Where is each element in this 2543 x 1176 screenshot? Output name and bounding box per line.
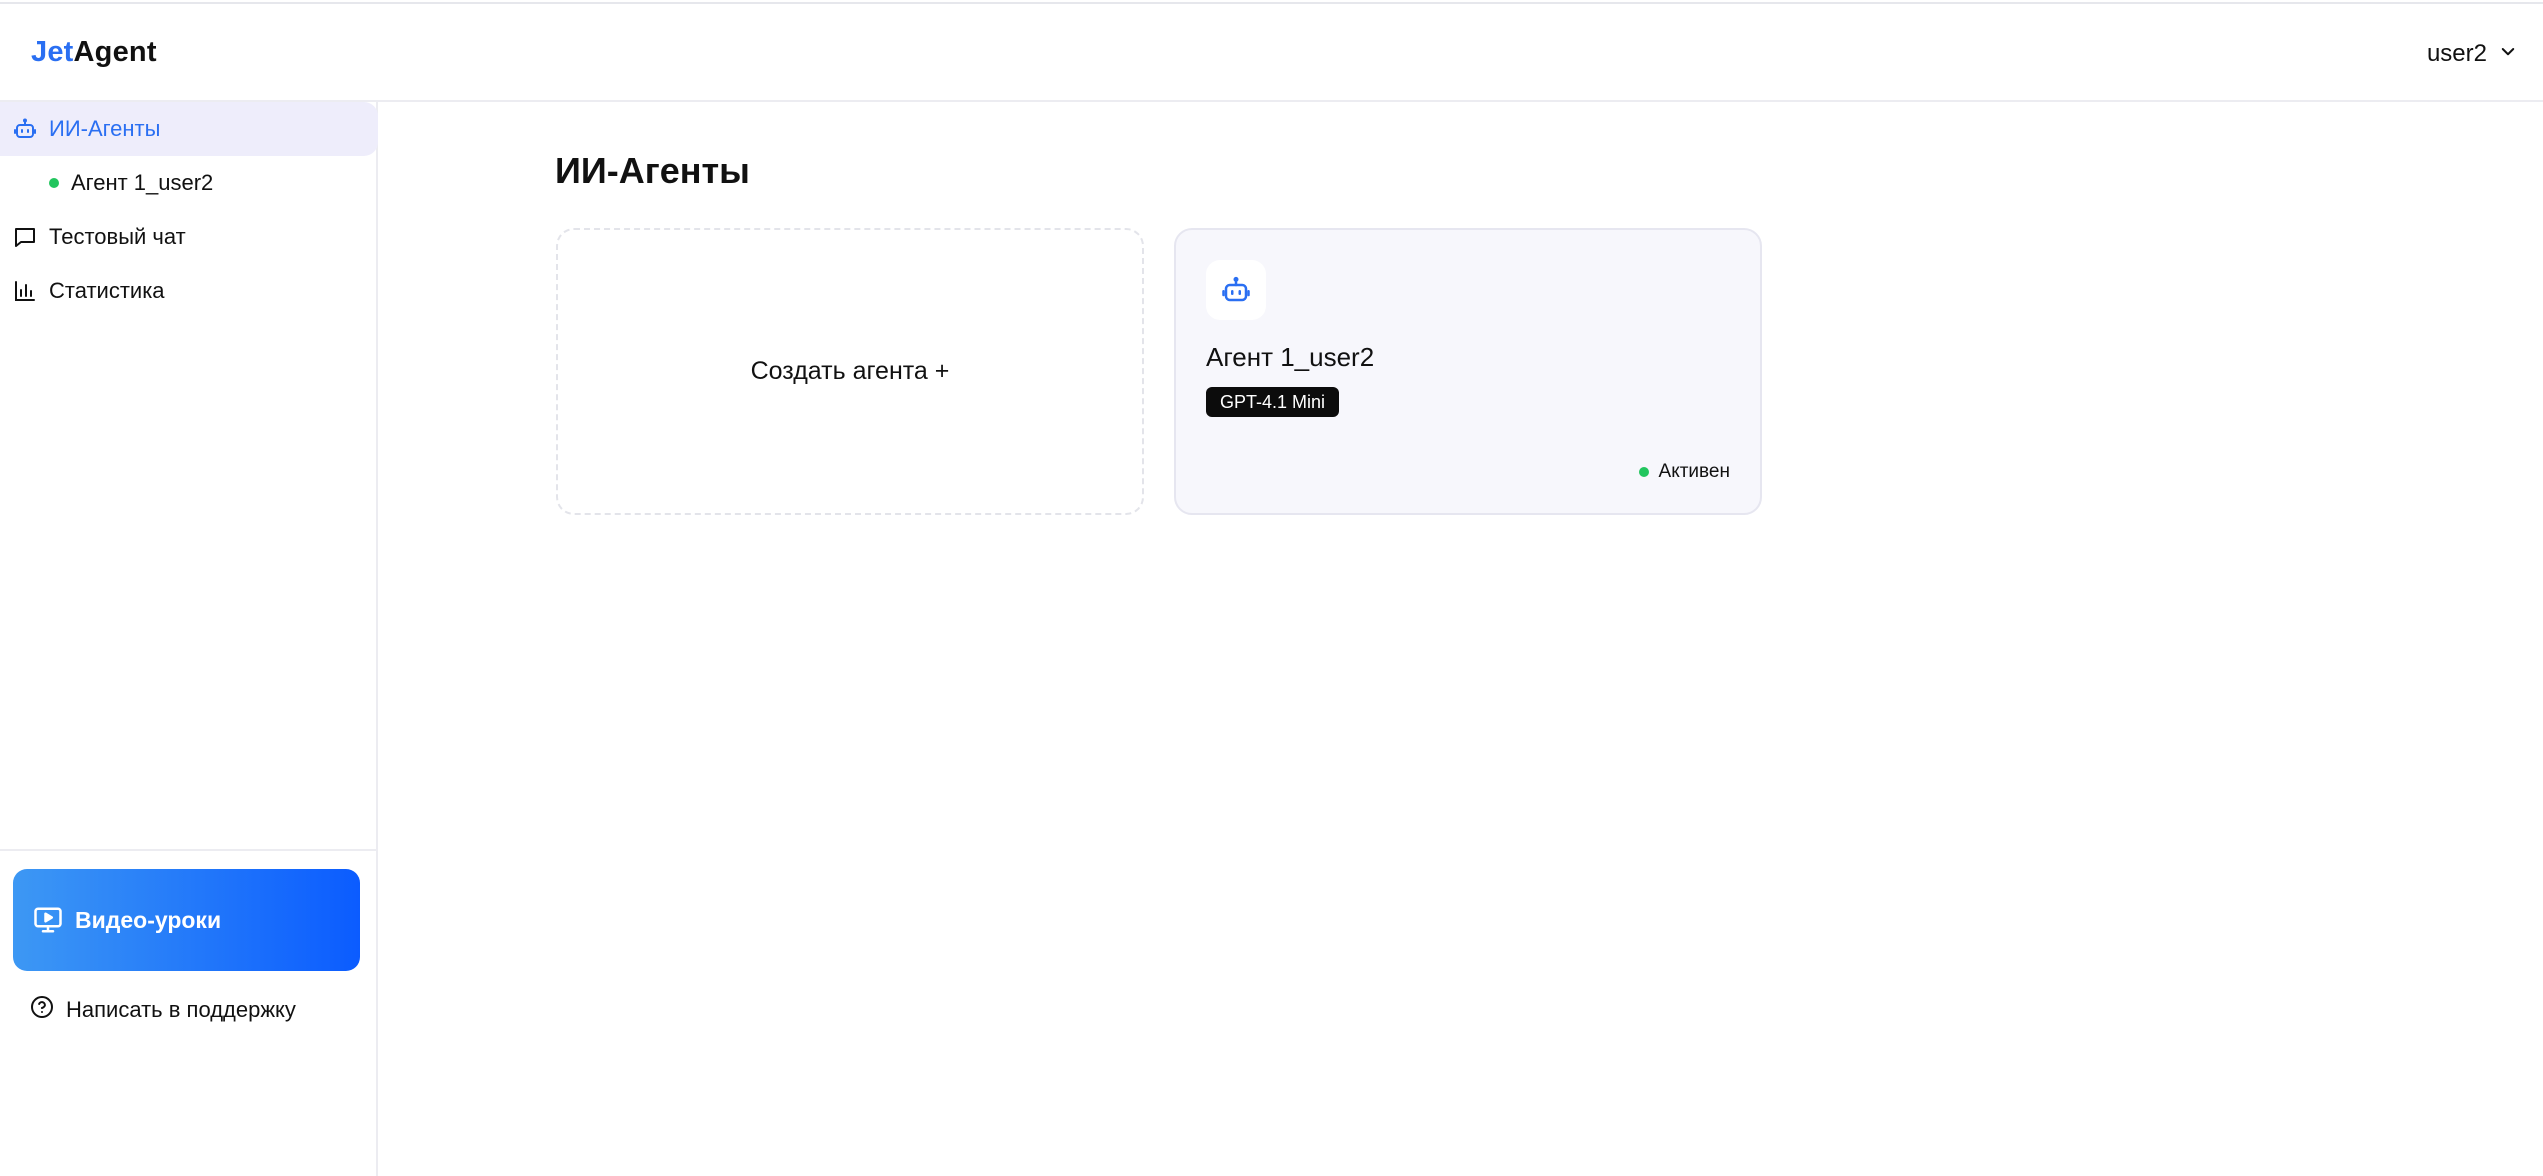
agent-name: Агент 1_user2 xyxy=(1206,342,1375,372)
sidebar-item-label: Статистика xyxy=(49,278,165,303)
bar-chart-icon xyxy=(13,279,37,303)
sidebar-item-test-chat[interactable]: Тестовый чат xyxy=(0,210,378,264)
chat-icon xyxy=(13,225,37,249)
create-agent-label: Создать агента + xyxy=(750,357,950,385)
app-logo[interactable]: JetAgent xyxy=(31,36,157,69)
user-menu[interactable]: user2 xyxy=(2427,40,2517,68)
user-name: user2 xyxy=(2426,40,2487,67)
create-agent-card[interactable]: Создать агента + xyxy=(556,228,1144,515)
sidebar-item-statistics[interactable]: Статистика xyxy=(0,264,378,318)
sidebar-item-label: Агент 1_user2 xyxy=(71,170,214,195)
sidebar-item-label: Тестовый чат xyxy=(49,224,186,249)
support-label: Написать в поддержку xyxy=(66,997,296,1022)
monitor-play-icon xyxy=(33,905,63,935)
chevron-down-icon xyxy=(2499,40,2517,68)
robot-icon xyxy=(13,117,37,141)
status-dot xyxy=(49,178,59,188)
agent-status: Активен xyxy=(1638,461,1730,483)
sidebar-item-label: ИИ-Агенты xyxy=(49,116,161,141)
model-badge: GPT-4.1 Mini xyxy=(1206,387,1340,417)
video-lessons-label: Видео-уроки xyxy=(75,906,222,933)
page-title: ИИ-Агенты xyxy=(555,150,750,191)
sidebar-item-agent-1[interactable]: Агент 1_user2 xyxy=(0,156,378,210)
sidebar-divider xyxy=(0,849,378,851)
logo-agent: Agent xyxy=(73,36,157,68)
status-dot xyxy=(1638,467,1649,477)
robot-icon xyxy=(1206,260,1266,320)
agent-card[interactable]: Агент 1_user2 GPT-4.1 Mini Активен xyxy=(1174,228,1762,515)
help-circle-icon xyxy=(30,995,54,1025)
status-label: Активен xyxy=(1658,461,1730,482)
support-link[interactable]: Написать в поддержку xyxy=(30,988,296,1032)
sidebar: ИИ-Агенты Агент 1_user2 Тестовый чат Ста… xyxy=(0,102,378,1176)
video-lessons-button[interactable]: Видео-уроки xyxy=(13,869,360,971)
sidebar-item-ai-agents[interactable]: ИИ-Агенты xyxy=(0,102,378,156)
app-header: JetAgent user2 xyxy=(0,4,2543,102)
logo-jet: Jet xyxy=(31,36,74,68)
